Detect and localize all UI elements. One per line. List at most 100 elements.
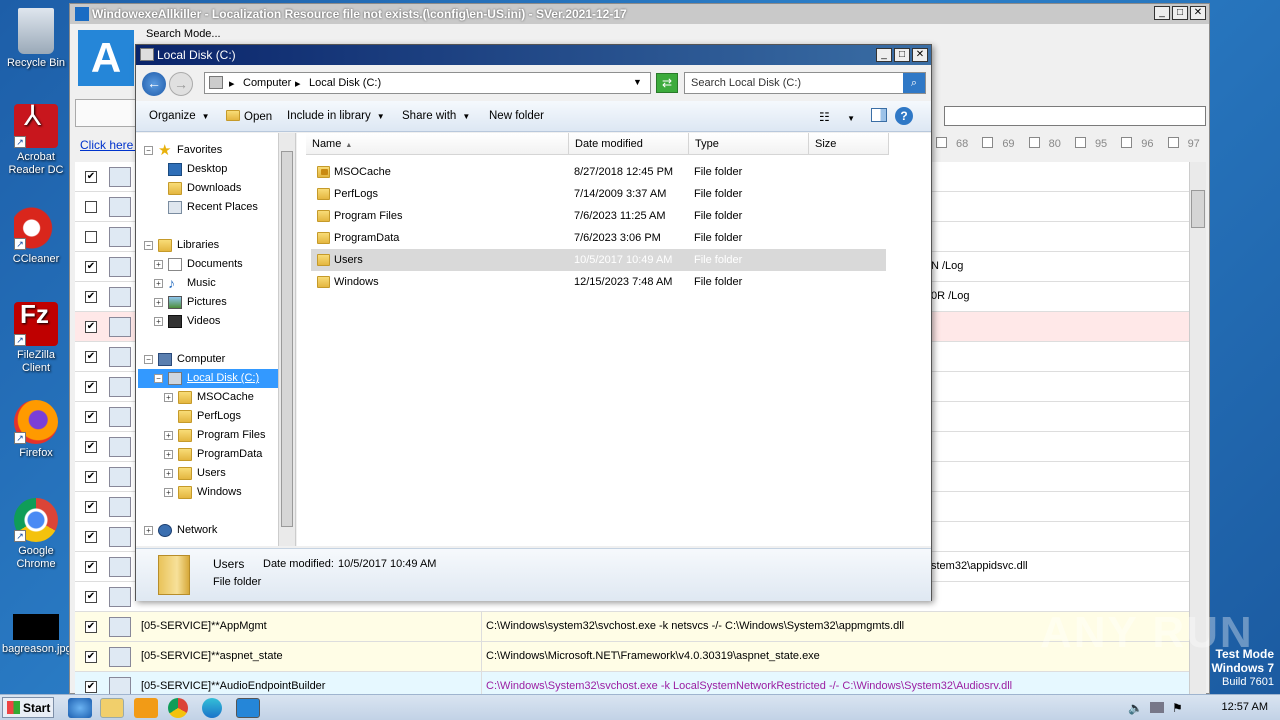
row-checkbox[interactable]	[85, 231, 97, 243]
refresh-button[interactable]: ⇄	[656, 73, 678, 93]
file-row[interactable]: Users 10/5/2017 10:49 AM File folder	[311, 249, 886, 271]
chevron-down-icon[interactable]: ▼	[633, 77, 642, 87]
row-checkbox[interactable]: ✔	[85, 321, 97, 333]
desktop-icon-firefox[interactable]: ↗ Firefox	[2, 400, 70, 460]
row-checkbox[interactable]	[85, 201, 97, 213]
collapse-icon[interactable]: −	[144, 355, 153, 364]
edge-icon[interactable]	[202, 698, 222, 718]
preview-pane-icon[interactable]	[871, 108, 887, 122]
tree-documents[interactable]: + Documents	[136, 255, 278, 274]
back-button[interactable]: ←	[142, 72, 166, 96]
tree-desktop[interactable]: Desktop	[136, 160, 278, 179]
number-filter[interactable]: 97	[1167, 137, 1200, 150]
column-size[interactable]: Size	[809, 133, 889, 155]
desktop-icon-recycle-bin[interactable]: Recycle Bin	[2, 8, 70, 70]
tree-local-disk[interactable]: − Local Disk (C:)	[138, 369, 278, 388]
volume-icon[interactable]: 🔈	[1128, 701, 1143, 715]
column-type[interactable]: Type	[689, 133, 809, 155]
file-row[interactable]: ProgramData 7/6/2023 3:06 PM File folder	[311, 227, 886, 249]
desktop-icon-ccleaner[interactable]: ↗ CCleaner	[2, 206, 70, 266]
tree-favorites[interactable]: − ★ Favorites	[136, 141, 278, 160]
share-with-button[interactable]: Share with ▼	[402, 110, 470, 122]
tree-users[interactable]: + Users	[136, 464, 278, 483]
desktop-icon-bagreason[interactable]: bagreason.jpg	[2, 614, 72, 656]
explorer-icon[interactable]	[100, 698, 124, 718]
forward-button[interactable]: →	[169, 72, 193, 96]
row-checkbox[interactable]: ✔	[85, 531, 97, 543]
expand-icon[interactable]: +	[154, 298, 163, 307]
table-row[interactable]: ✔ [05-SERVICE]**aspnet_state C:\Windows\Mi…	[75, 642, 1189, 672]
row-checkbox[interactable]: ✔	[85, 351, 97, 363]
row-checkbox[interactable]: ✔	[85, 171, 97, 183]
expand-icon[interactable]: +	[144, 526, 153, 535]
collapse-icon[interactable]: −	[144, 146, 153, 155]
view-options-icon[interactable]: ☷ ▼	[819, 110, 855, 124]
file-row[interactable]: MSOCache 8/27/2018 12:45 PM File folder	[311, 161, 886, 183]
file-row[interactable]: PerfLogs 7/14/2009 3:37 AM File folder	[311, 183, 886, 205]
expand-icon[interactable]: +	[164, 469, 173, 478]
desktop-icon-acrobat[interactable]: ⅄ ↗ Acrobat Reader DC	[2, 102, 70, 177]
tree-music[interactable]: + ♪ Music	[136, 274, 278, 293]
open-button[interactable]: Open	[226, 110, 272, 123]
row-checkbox[interactable]: ✔	[85, 621, 97, 633]
expand-icon[interactable]: +	[154, 317, 163, 326]
expand-icon[interactable]: +	[164, 431, 173, 440]
row-checkbox[interactable]: ✔	[85, 261, 97, 273]
maximize-button[interactable]: □	[1172, 6, 1188, 20]
network-tray-icon[interactable]	[1150, 702, 1164, 713]
row-checkbox[interactable]: ✔	[85, 381, 97, 393]
expand-icon[interactable]: +	[164, 393, 173, 402]
tree-programdata[interactable]: + ProgramData	[136, 445, 278, 464]
maximize-button[interactable]: □	[894, 48, 910, 62]
row-checkbox[interactable]: ✔	[85, 291, 97, 303]
help-icon[interactable]: ?	[895, 107, 913, 125]
table-row[interactable]: ✔ [05-SERVICE]**AppMgmt C:\Windows\system3…	[75, 612, 1189, 642]
click-here-link[interactable]: Click here t	[80, 138, 140, 152]
row-checkbox[interactable]: ✔	[85, 591, 97, 603]
row-checkbox[interactable]: ✔	[85, 501, 97, 513]
address-box[interactable]: ▸ Computer ▸ Local Disk (C:) ▼	[204, 72, 651, 94]
tree-network[interactable]: + Network	[136, 521, 278, 540]
number-filter[interactable]: 68	[936, 137, 968, 150]
flag-tray-icon[interactable]: ⚑	[1172, 701, 1183, 715]
tree-windows[interactable]: + Windows	[136, 483, 278, 502]
app-icon[interactable]	[236, 698, 260, 718]
tree-computer[interactable]: − Computer	[136, 350, 278, 369]
row-checkbox[interactable]: ✔	[85, 411, 97, 423]
collapse-icon[interactable]: −	[154, 374, 163, 383]
tree-pictures[interactable]: + Pictures	[136, 293, 278, 312]
tree-downloads[interactable]: Downloads	[136, 179, 278, 198]
close-button[interactable]: ✕	[1190, 6, 1206, 20]
row-checkbox[interactable]: ✔	[85, 681, 97, 693]
number-filter[interactable]: 69	[982, 137, 1015, 150]
new-folder-button[interactable]: New folder	[489, 110, 544, 122]
organize-button[interactable]: Organize ▼	[149, 110, 210, 122]
row-checkbox[interactable]: ✔	[85, 651, 97, 663]
desktop-icon-filezilla[interactable]: Fz ↗ FileZilla Client	[2, 301, 70, 375]
tree-videos[interactable]: + Videos	[136, 312, 278, 331]
tree-perflogs[interactable]: PerfLogs	[136, 407, 278, 426]
tree-msocache[interactable]: + MSOCache	[136, 388, 278, 407]
expand-icon[interactable]: +	[164, 450, 173, 459]
breadcrumb-local-disk[interactable]: Local Disk (C:)	[309, 77, 381, 89]
chrome-icon[interactable]	[168, 698, 188, 718]
scroll-thumb[interactable]	[281, 151, 293, 527]
desktop-icon-chrome[interactable]: ↗ Google Chrome	[2, 498, 70, 571]
close-button[interactable]: ✕	[912, 48, 928, 62]
column-date-modified[interactable]: Date modified	[569, 133, 689, 155]
number-filter[interactable]: 80	[1028, 137, 1061, 150]
tree-recent-places[interactable]: Recent Places	[136, 198, 278, 217]
file-row[interactable]: Program Files 7/6/2023 11:25 AM File folde…	[311, 205, 886, 227]
row-checkbox[interactable]: ✔	[85, 471, 97, 483]
search-icon[interactable]: ⌕	[903, 73, 925, 93]
include-in-library-button[interactable]: Include in library ▼	[287, 110, 385, 122]
minimize-button[interactable]: _	[1154, 6, 1170, 20]
tree-program-files[interactable]: + Program Files	[136, 426, 278, 445]
tree-libraries[interactable]: − Libraries	[136, 236, 278, 255]
breadcrumb-computer[interactable]: Computer	[243, 77, 291, 89]
app-search-input[interactable]	[944, 106, 1206, 126]
collapse-icon[interactable]: −	[144, 241, 153, 250]
clock[interactable]: 12:57 AM	[1222, 701, 1268, 713]
row-checkbox[interactable]: ✔	[85, 561, 97, 573]
scroll-thumb[interactable]	[1191, 190, 1205, 228]
